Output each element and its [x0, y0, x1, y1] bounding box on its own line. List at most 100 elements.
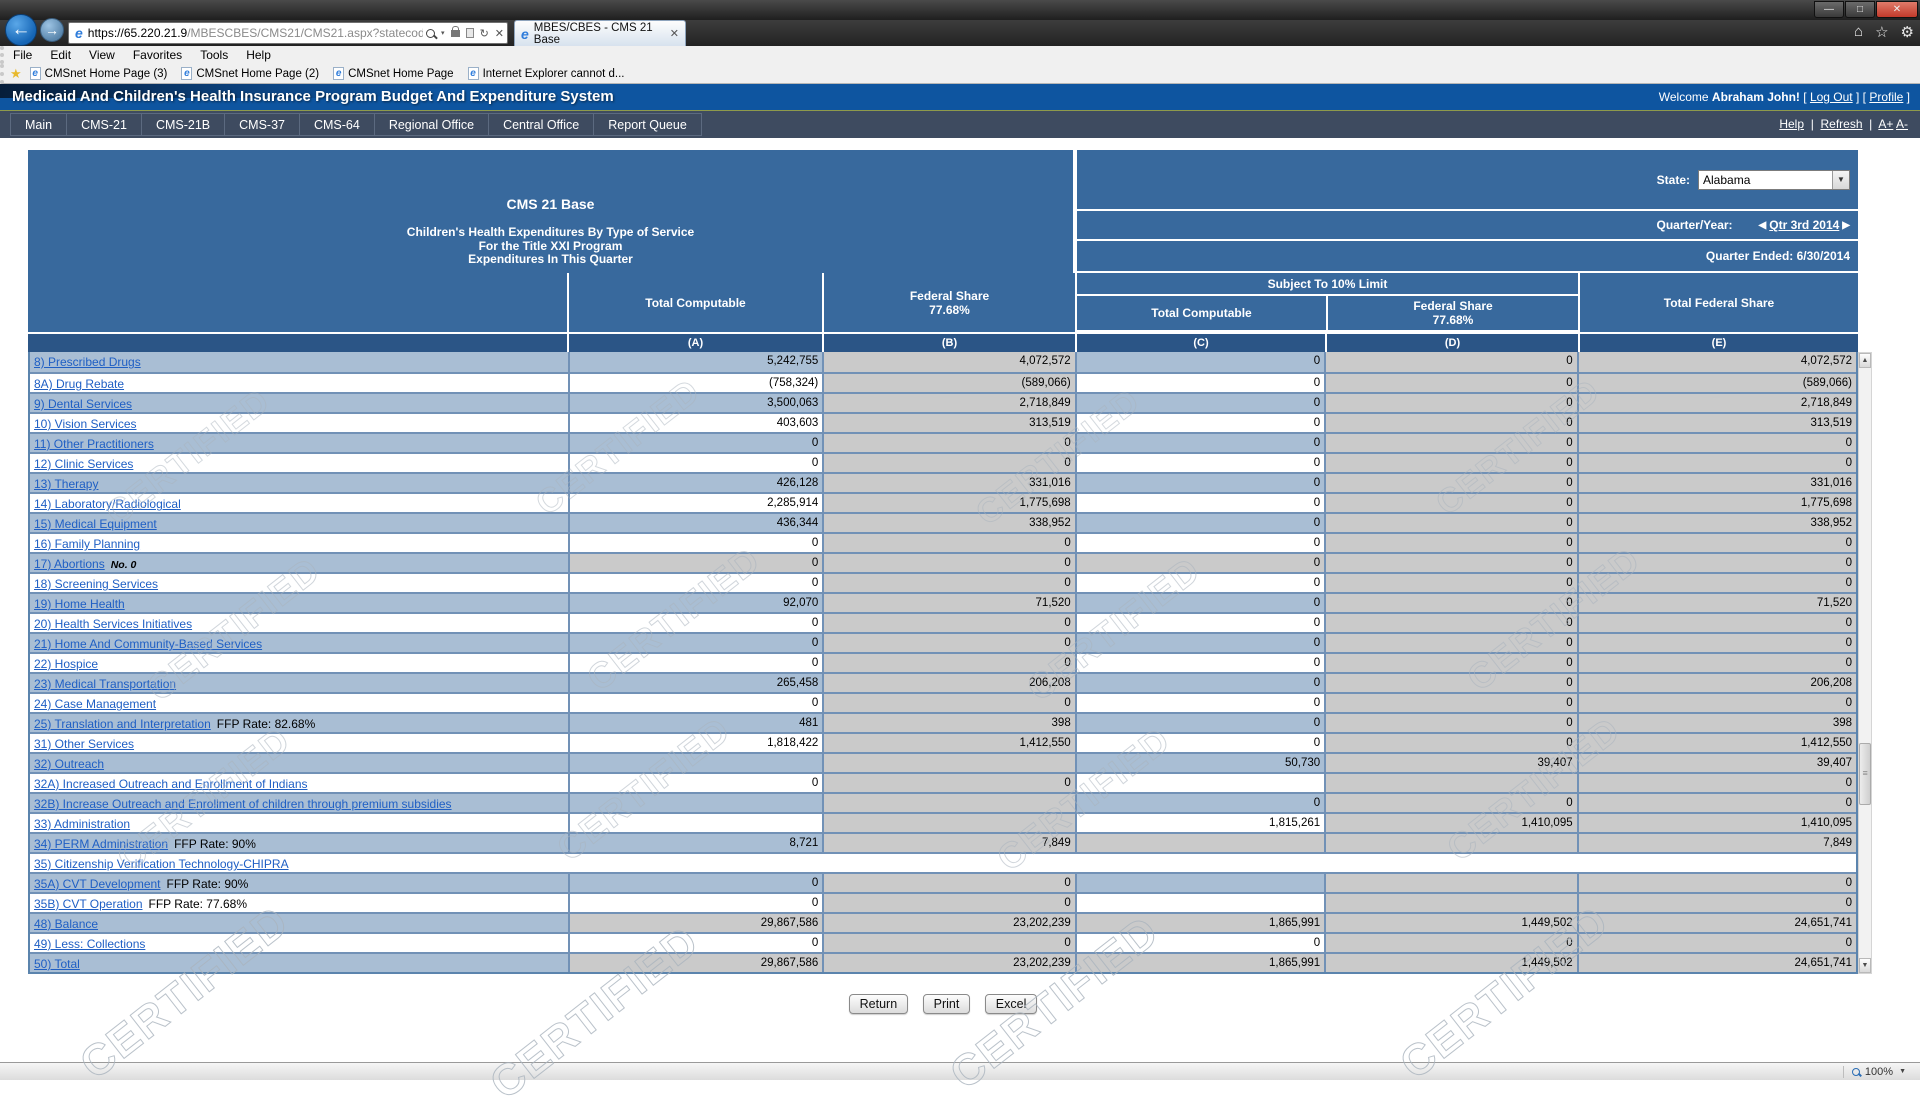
- row-link[interactable]: 17) Abortions: [34, 557, 105, 571]
- next-quarter-icon[interactable]: ▶: [1842, 220, 1850, 231]
- cell-c[interactable]: 0: [1075, 734, 1324, 752]
- browser-tab[interactable]: e MBES/CBES - CMS 21 Base ✕: [514, 20, 686, 46]
- cell-c[interactable]: 0: [1075, 352, 1324, 372]
- stop-icon[interactable]: ✕: [495, 27, 504, 40]
- chevron-down-icon[interactable]: ▼: [1832, 171, 1849, 189]
- row-link[interactable]: 32A) Increased Outreach and Enrollment o…: [34, 777, 308, 791]
- help-link[interactable]: Help: [1779, 117, 1804, 131]
- return-button[interactable]: Return: [849, 994, 909, 1014]
- search-icon[interactable]: [426, 29, 435, 38]
- row-link[interactable]: 10) Vision Services: [34, 417, 137, 431]
- nav-item-cms-21b[interactable]: CMS-21B: [141, 113, 224, 136]
- maximize-button[interactable]: □: [1845, 1, 1875, 18]
- excel-button[interactable]: Excel: [985, 994, 1038, 1014]
- menu-item-help[interactable]: Help: [237, 48, 280, 62]
- row-link[interactable]: 19) Home Health: [34, 597, 125, 611]
- row-link[interactable]: 21) Home And Community-Based Services: [34, 637, 262, 651]
- refresh-link[interactable]: Refresh: [1820, 117, 1862, 131]
- cell-a[interactable]: 0: [568, 874, 822, 892]
- cell-c[interactable]: [1075, 874, 1324, 892]
- favorite-link[interactable]: eCMSnet Home Page: [333, 67, 453, 80]
- row-link[interactable]: 33) Administration: [34, 817, 130, 831]
- cell-a[interactable]: 426,128: [568, 474, 822, 492]
- compatibility-view-icon[interactable]: [466, 28, 474, 38]
- row-link[interactable]: 15) Medical Equipment: [34, 517, 157, 531]
- font-decrease-link[interactable]: A-: [1896, 117, 1908, 131]
- cell-a[interactable]: 0: [568, 894, 822, 912]
- row-link[interactable]: 16) Family Planning: [34, 537, 140, 551]
- cell-a[interactable]: 5,242,755: [568, 352, 822, 372]
- previous-quarter-icon[interactable]: ◀: [1759, 220, 1767, 231]
- row-link[interactable]: 18) Screening Services: [34, 577, 158, 591]
- cell-c[interactable]: 0: [1075, 714, 1324, 732]
- menu-item-edit[interactable]: Edit: [41, 48, 80, 62]
- cell-a[interactable]: 0: [568, 614, 822, 632]
- row-link[interactable]: 31) Other Services: [34, 737, 134, 751]
- cell-a[interactable]: 8,721: [568, 834, 822, 852]
- row-link[interactable]: 13) Therapy: [34, 477, 98, 491]
- cell-a[interactable]: 0: [568, 434, 822, 452]
- favorite-link[interactable]: eCMSnet Home Page (3): [30, 67, 168, 80]
- cell-c[interactable]: 0: [1075, 934, 1324, 952]
- cell-c[interactable]: [1075, 774, 1324, 792]
- zoom-caret-icon[interactable]: ▼: [1899, 1068, 1906, 1075]
- zoom-level[interactable]: 100%: [1865, 1066, 1893, 1078]
- cell-c[interactable]: [1075, 894, 1324, 912]
- cell-a[interactable]: 436,344: [568, 514, 822, 532]
- row-link[interactable]: 50) Total: [34, 957, 80, 971]
- settings-gear-icon[interactable]: ⚙: [1901, 23, 1914, 41]
- row-link[interactable]: 23) Medical Transportation: [34, 677, 176, 691]
- cell-c[interactable]: 0: [1075, 414, 1324, 432]
- cell-a[interactable]: 0: [568, 934, 822, 952]
- nav-item-cms-37[interactable]: CMS-37: [224, 113, 299, 136]
- row-link[interactable]: 8A) Drug Rebate: [34, 377, 124, 391]
- profile-link[interactable]: Profile: [1869, 90, 1903, 104]
- cell-c[interactable]: 0: [1075, 454, 1324, 472]
- cell-c[interactable]: 0: [1075, 434, 1324, 452]
- nav-item-report-queue[interactable]: Report Queue: [593, 113, 702, 136]
- cell-c[interactable]: 0: [1075, 694, 1324, 712]
- row-link[interactable]: 35A) CVT Development: [34, 877, 161, 891]
- address-bar[interactable]: e https://65.220.21.9 /MBESCBES/CMS21/CM…: [68, 22, 508, 44]
- row-link[interactable]: 12) Clinic Services: [34, 457, 133, 471]
- cell-a[interactable]: 0: [568, 694, 822, 712]
- favorite-link[interactable]: eCMSnet Home Page (2): [181, 67, 319, 80]
- cell-a[interactable]: 481: [568, 714, 822, 732]
- font-increase-link[interactable]: A+: [1878, 117, 1893, 131]
- row-link[interactable]: 22) Hospice: [34, 657, 98, 671]
- menu-item-favorites[interactable]: Favorites: [124, 48, 191, 62]
- cell-c[interactable]: 1,815,261: [1075, 814, 1324, 832]
- back-button[interactable]: ←: [5, 14, 37, 46]
- cell-c[interactable]: 50,730: [1075, 754, 1324, 772]
- row-link[interactable]: 25) Translation and Interpretation: [34, 717, 211, 731]
- cell-a[interactable]: 403,603: [568, 414, 822, 432]
- add-favorite-icon[interactable]: ★: [10, 66, 22, 82]
- cell-c[interactable]: 0: [1075, 674, 1324, 692]
- cell-c[interactable]: 0: [1075, 594, 1324, 612]
- cell-a[interactable]: 3,500,063: [568, 394, 822, 412]
- table-scrollbar[interactable]: ▲ ▼: [1858, 352, 1872, 974]
- state-dropdown[interactable]: Alabama ▼: [1698, 170, 1850, 190]
- menu-item-file[interactable]: File: [4, 48, 41, 62]
- print-button[interactable]: Print: [923, 994, 971, 1014]
- row-link[interactable]: 35B) CVT Operation: [34, 897, 143, 911]
- nav-item-regional-office[interactable]: Regional Office: [374, 113, 488, 136]
- cell-a[interactable]: 0: [568, 454, 822, 472]
- cell-a[interactable]: 0: [568, 654, 822, 672]
- row-link[interactable]: 48) Balance: [34, 917, 98, 931]
- cell-c[interactable]: 0: [1075, 654, 1324, 672]
- cell-c[interactable]: 0: [1075, 394, 1324, 412]
- menu-item-tools[interactable]: Tools: [191, 48, 237, 62]
- scroll-up-icon[interactable]: ▲: [1859, 353, 1871, 368]
- nav-item-main[interactable]: Main: [10, 113, 66, 136]
- forward-button[interactable]: →: [40, 18, 64, 42]
- nav-item-cms-64[interactable]: CMS-64: [299, 113, 374, 136]
- row-link[interactable]: 20) Health Services Initiatives: [34, 617, 192, 631]
- cell-a[interactable]: 0: [568, 534, 822, 552]
- cell-c[interactable]: 0: [1075, 614, 1324, 632]
- search-dropdown-icon[interactable]: ▾: [441, 29, 445, 37]
- zoom-magnifier-icon[interactable]: [1852, 1068, 1860, 1076]
- cell-a[interactable]: [568, 794, 822, 812]
- home-icon[interactable]: ⌂: [1854, 23, 1863, 41]
- row-link[interactable]: 9) Dental Services: [34, 397, 132, 411]
